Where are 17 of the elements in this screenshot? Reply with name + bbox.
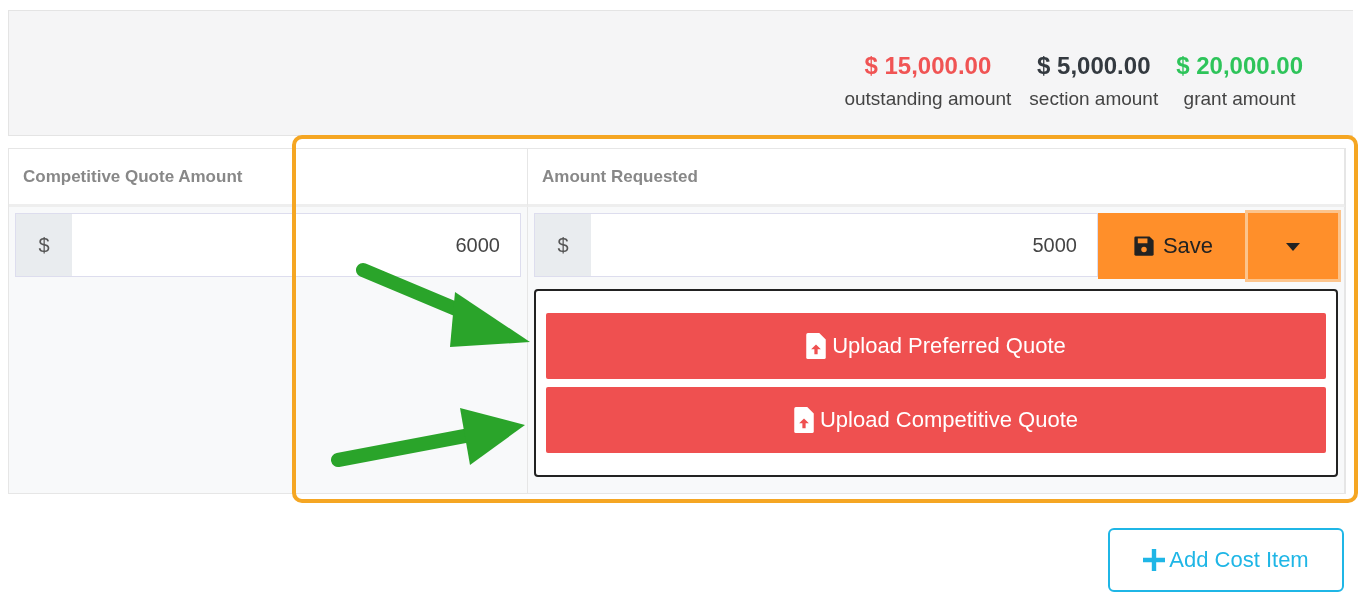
amount-label: grant amount	[1183, 88, 1296, 110]
save-icon	[1132, 235, 1155, 257]
column-header: Amount Requested	[542, 167, 698, 186]
file-upload-icon	[806, 333, 827, 359]
amount-label: outstanding amount	[844, 88, 1012, 110]
dropdown-toggle[interactable]	[1248, 213, 1338, 279]
plus-icon	[1143, 549, 1166, 571]
save-button[interactable]: Save	[1098, 213, 1248, 279]
amount-value: $ 20,000.00	[1176, 52, 1303, 80]
amount-value: $ 15,000.00	[864, 52, 992, 80]
amount-label: section amount	[1029, 88, 1159, 110]
upload-button[interactable]: Upload Preferred Quote	[546, 313, 1326, 379]
caret-icon	[1286, 242, 1300, 251]
amount-value: $ 5,000.00	[1037, 52, 1151, 80]
file-upload-icon	[794, 407, 814, 433]
upload-button[interactable]: Upload Competitive Quote	[546, 387, 1326, 453]
column-header: Competitive Quote Amount	[23, 167, 243, 186]
